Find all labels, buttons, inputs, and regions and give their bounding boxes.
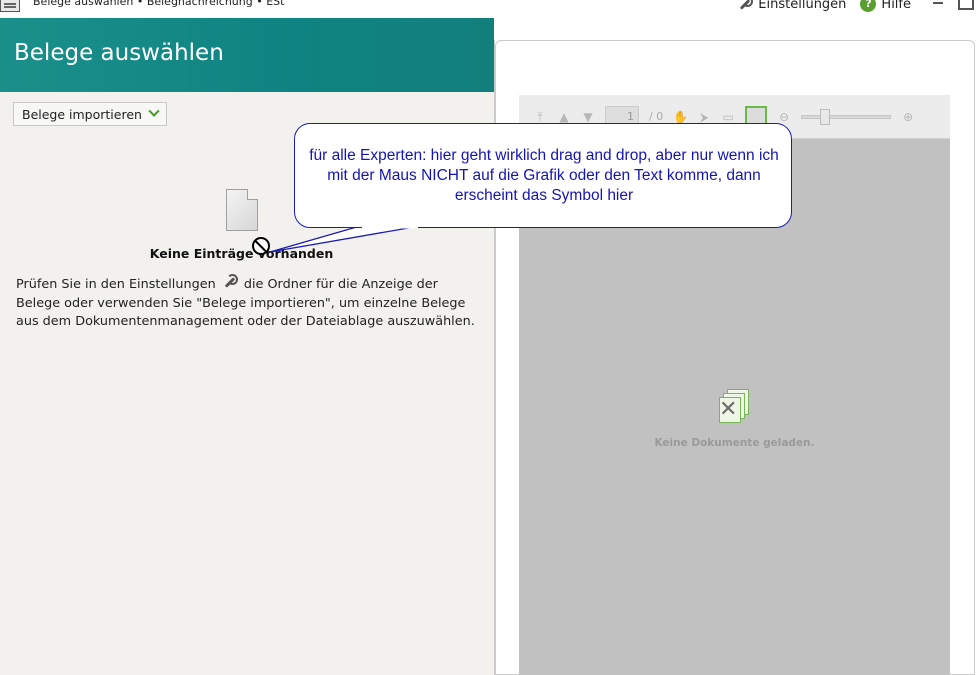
first-page-icon[interactable]: ⤒ [533,110,547,124]
import-receipts-label: Belege importieren [22,106,142,122]
app-icon [0,0,20,12]
no-documents-icon: ✕ [717,389,751,423]
help-icon: ? [860,0,877,12]
empty-document-icon [226,189,258,231]
minimize-button[interactable] [925,0,951,11]
window-titlebar: Belege auswählen • Belegnachreichung • E… [0,0,977,18]
previous-page-icon[interactable]: ▲ [557,110,571,124]
wrench-icon [222,274,238,290]
titlebar-actions: Einstellungen ? Hilfe [737,0,977,14]
next-page-icon[interactable]: ▼ [581,110,595,124]
import-receipts-dropdown[interactable]: Belege importieren [13,102,167,126]
page-total: / 0 [649,110,664,123]
hint-text-start: Prüfen Sie in den Einstellungen [16,277,216,292]
page-header: Belege auswählen [0,18,494,92]
no-drop-cursor-icon [252,237,270,255]
help-link[interactable]: ? Hilfe [860,0,911,12]
settings-label: Einstellungen [758,0,847,12]
empty-state-hint: Prüfen Sie in den Einstellungen die Ordn… [16,274,486,332]
page-title: Belege auswählen [14,40,224,66]
maximize-button[interactable] [951,0,977,11]
zoom-slider[interactable] [801,108,892,125]
fit-page-icon[interactable]: ▭ [721,110,735,124]
wrench-icon [737,0,754,12]
no-documents-text: Keine Dokumente geladen. [654,437,815,449]
callout-text: für alle Experten: hier geht wirklich dr… [309,147,779,204]
help-label: Hilfe [881,0,911,12]
zoom-out-icon[interactable]: ⊖ [777,110,791,124]
settings-link[interactable]: Einstellungen [737,0,846,12]
zoom-slider-handle[interactable] [820,108,831,125]
window-title: Belege auswählen • Belegnachreichung • E… [33,0,285,8]
zoom-in-icon[interactable]: ⊕ [901,110,915,124]
select-tool-icon[interactable]: ⮞ [697,110,711,124]
hand-tool-icon[interactable]: ✋ [673,110,688,124]
chevron-down-icon [148,105,160,117]
annotation-callout: für alle Experten: hier geht wirklich dr… [294,123,792,228]
empty-state-title: Keine Einträge vorhanden [149,246,334,261]
